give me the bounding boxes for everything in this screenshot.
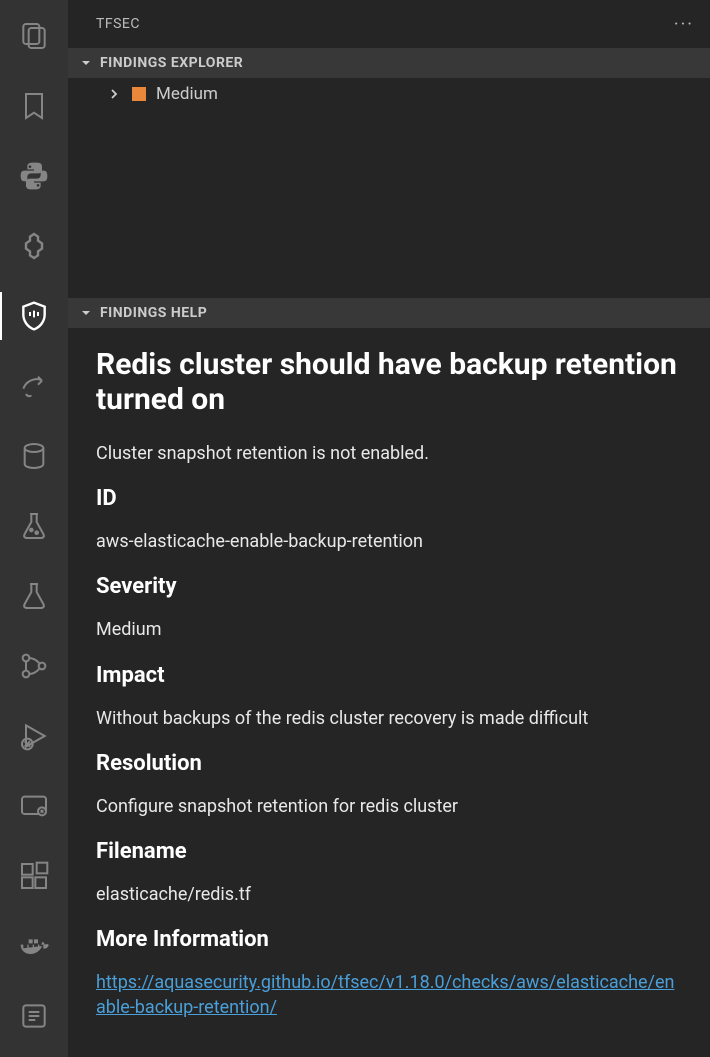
sidebar-header: TFSEC ··· [68,0,710,48]
findings-explorer-header[interactable]: FINDINGS EXPLORER [68,48,710,78]
tfsec-shield-icon[interactable] [10,292,58,340]
severity-value: Medium [96,617,682,642]
list-icon[interactable] [10,992,58,1040]
id-label: ID [96,486,682,511]
resolution-label: Resolution [96,751,682,776]
source-control-icon[interactable] [10,642,58,690]
id-value: aws-elasticache-enable-backup-retention [96,529,682,554]
tree-item-medium[interactable]: Medium [68,78,710,110]
sidebar-title: TFSEC [96,16,140,32]
more-info-link[interactable]: https://aquasecurity.github.io/tfsec/v1.… [96,972,674,1018]
run-debug-icon[interactable] [10,712,58,760]
severity-label: Severity [96,574,682,599]
chevron-down-icon [78,305,94,321]
sidebar-panel: TFSEC ··· FINDINGS EXPLORER Medium FINDI… [68,0,710,1057]
impact-label: Impact [96,663,682,688]
hex-icon[interactable] [10,222,58,270]
finding-summary: Cluster snapshot retention is not enable… [96,441,682,466]
section-title: FINDINGS EXPLORER [100,55,243,71]
resolution-value: Configure snapshot retention for redis c… [96,794,682,819]
remote-icon[interactable] [10,782,58,830]
tree-item-label: Medium [156,84,218,104]
severity-medium-icon [132,87,146,101]
more-info-label: More Information [96,927,682,952]
beaker-icon[interactable] [10,572,58,620]
filename-value: elasticache/redis.tf [96,882,682,907]
docker-icon[interactable] [10,922,58,970]
more-actions-icon[interactable]: ··· [674,14,694,35]
explorer-icon[interactable] [10,12,58,60]
activity-bar [0,0,68,1057]
database-icon[interactable] [10,432,58,480]
section-title: FINDINGS HELP [100,305,207,321]
python-icon[interactable] [10,152,58,200]
finding-heading: Redis cluster should have backup retenti… [96,348,682,417]
chevron-down-icon [78,55,94,71]
findings-explorer-tree: Medium [68,78,710,298]
share-icon[interactable] [10,362,58,410]
bookmark-icon[interactable] [10,82,58,130]
findings-help-content: Redis cluster should have backup retenti… [68,328,710,1057]
chevron-right-icon [106,86,122,102]
filename-label: Filename [96,839,682,864]
impact-value: Without backups of the redis cluster rec… [96,706,682,731]
findings-help-header[interactable]: FINDINGS HELP [68,298,710,328]
extensions-icon[interactable] [10,852,58,900]
flask-bubbles-icon[interactable] [10,502,58,550]
